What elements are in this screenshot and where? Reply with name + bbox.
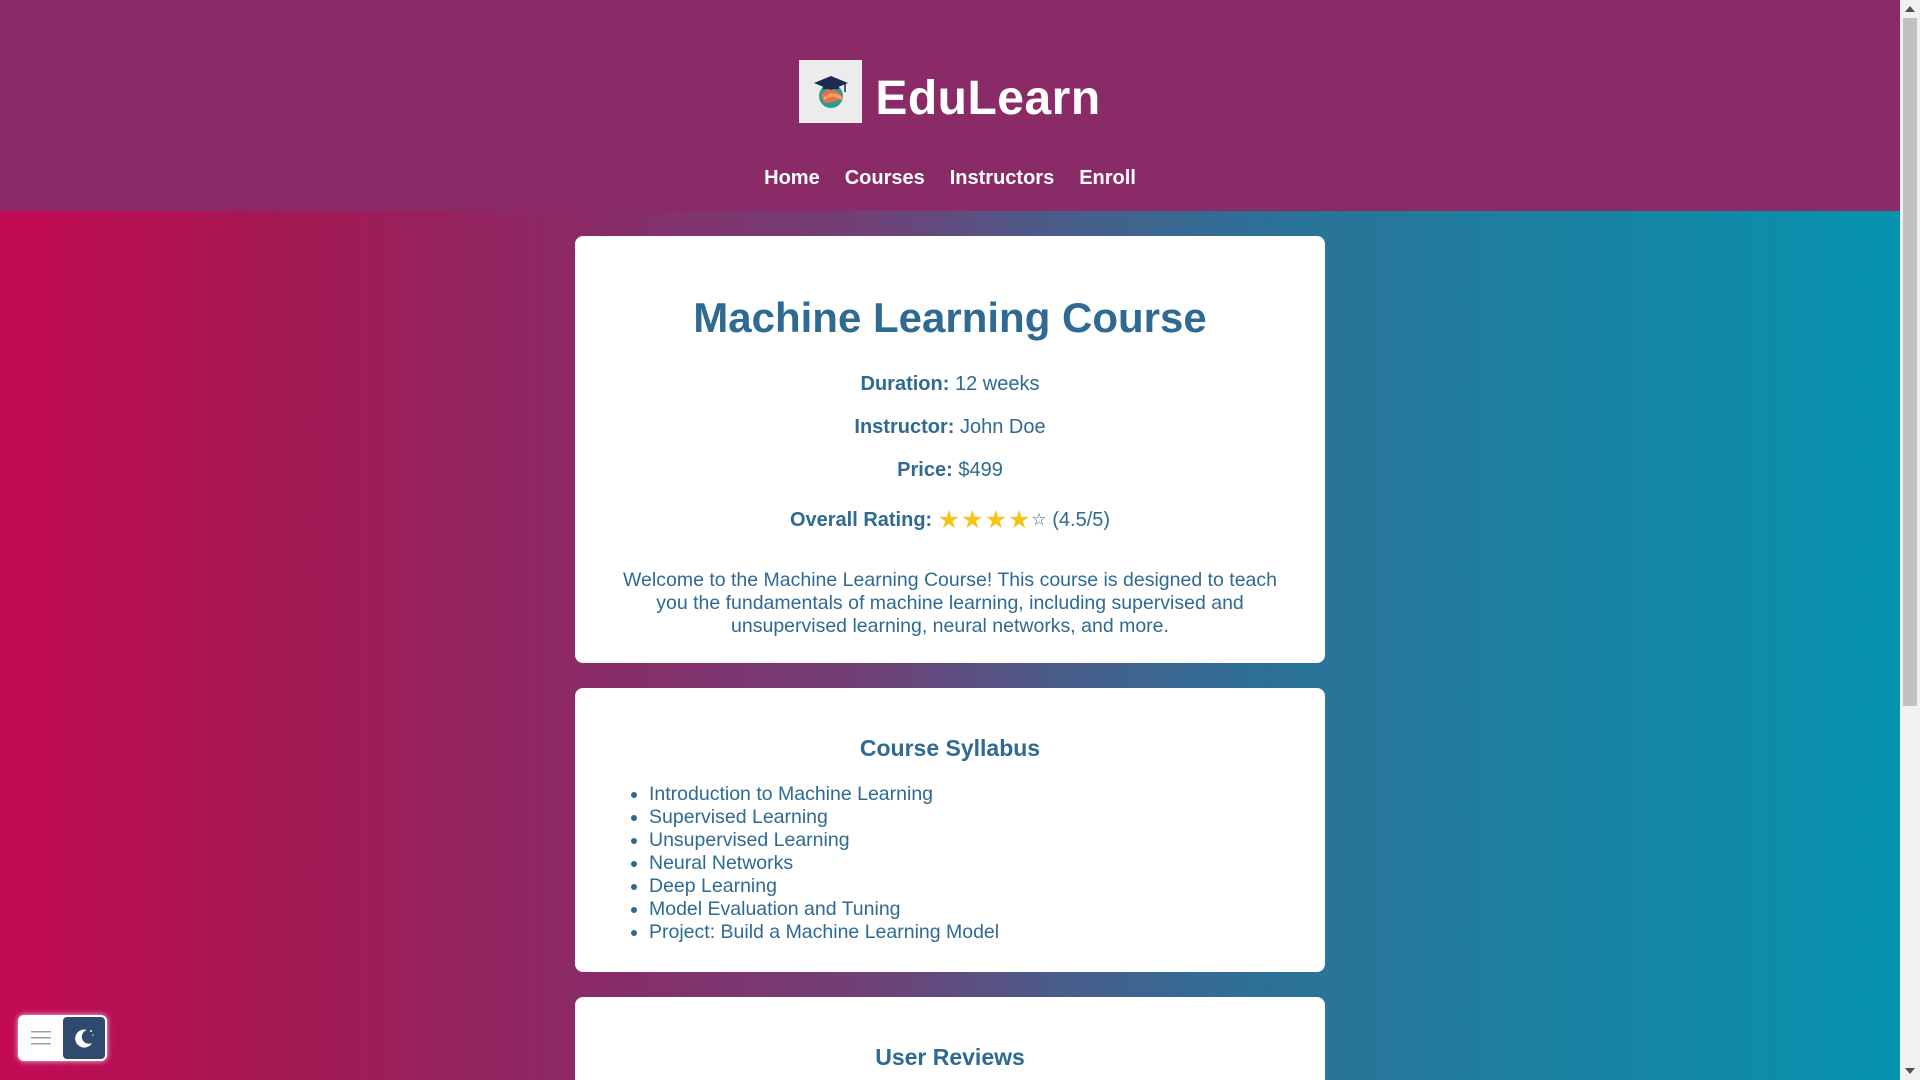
syllabus-item: Deep Learning bbox=[649, 875, 999, 898]
dark-mode-toggle[interactable] bbox=[63, 1017, 105, 1059]
reviews-card: User Reviews bbox=[575, 997, 1325, 1080]
instructor-label: Instructor: bbox=[854, 416, 955, 438]
nav-enroll[interactable]: Enroll bbox=[1079, 167, 1136, 190]
syllabus-list: Introduction to Machine Learning Supervi… bbox=[649, 783, 999, 944]
course-info-card: Machine Learning Course Duration: 12 wee… bbox=[575, 236, 1325, 663]
main-nav: Home Courses Instructors Enroll bbox=[0, 167, 1900, 190]
star-icon-empty: ☆ bbox=[1031, 510, 1047, 529]
nav-instructors[interactable]: Instructors bbox=[950, 167, 1054, 190]
rating-row: Overall Rating: ★★★★☆ (4.5/5) bbox=[575, 505, 1325, 535]
nav-home[interactable]: Home bbox=[764, 167, 820, 190]
price-row: Price: $499 bbox=[575, 459, 1325, 482]
site-header: EduLearn Home Courses Instructors Enroll bbox=[0, 0, 1900, 211]
menu-button[interactable] bbox=[18, 1015, 63, 1061]
brand-name: EduLearn bbox=[875, 72, 1101, 125]
syllabus-item: Neural Networks bbox=[649, 852, 999, 875]
duration-label: Duration: bbox=[860, 373, 950, 395]
instructor-row: Instructor: John Doe bbox=[575, 416, 1325, 439]
scroll-up-arrow-icon[interactable] bbox=[1905, 6, 1915, 12]
syllabus-card: Course Syllabus Introduction to Machine … bbox=[575, 688, 1325, 972]
star-icons-filled: ★★★★ bbox=[937, 506, 1032, 534]
rating-label: Overall Rating: bbox=[789, 509, 933, 531]
syllabus-item: Introduction to Machine Learning bbox=[649, 783, 999, 806]
course-description: Welcome to the Machine Learning Course! … bbox=[623, 568, 1277, 637]
scroll-down-arrow-icon[interactable] bbox=[1905, 1068, 1915, 1074]
course-title: Machine Learning Course bbox=[693, 294, 1207, 341]
syllabus-item: Project: Build a Machine Learning Model bbox=[649, 921, 999, 944]
price-value: $499 bbox=[958, 459, 1003, 481]
graduation-globe-icon bbox=[813, 75, 848, 108]
rating-value: (4.5/5) bbox=[1052, 509, 1111, 531]
price-label: Price: bbox=[897, 459, 953, 481]
brand[interactable]: EduLearn bbox=[0, 57, 1900, 126]
moon-icon bbox=[75, 1029, 94, 1048]
instructor-value: John Doe bbox=[959, 416, 1046, 438]
syllabus-item: Supervised Learning bbox=[649, 806, 999, 829]
syllabus-item: Model Evaluation and Tuning bbox=[649, 898, 999, 921]
accessibility-widget bbox=[18, 1015, 107, 1061]
duration-row: Duration: 12 weeks bbox=[575, 373, 1325, 396]
nav-courses[interactable]: Courses bbox=[845, 167, 925, 190]
page: EduLearn Home Courses Instructors Enroll… bbox=[0, 0, 1900, 1080]
syllabus-item: Unsupervised Learning bbox=[649, 829, 999, 852]
hamburger-icon bbox=[30, 1031, 51, 1045]
duration-value: 12 weeks bbox=[954, 373, 1040, 395]
syllabus-title: Course Syllabus bbox=[859, 735, 1041, 761]
logo bbox=[799, 60, 863, 123]
scrollbar[interactable] bbox=[1900, 0, 1920, 1080]
scroll-thumb[interactable] bbox=[1903, 18, 1917, 706]
reviews-title: User Reviews bbox=[875, 1044, 1025, 1070]
